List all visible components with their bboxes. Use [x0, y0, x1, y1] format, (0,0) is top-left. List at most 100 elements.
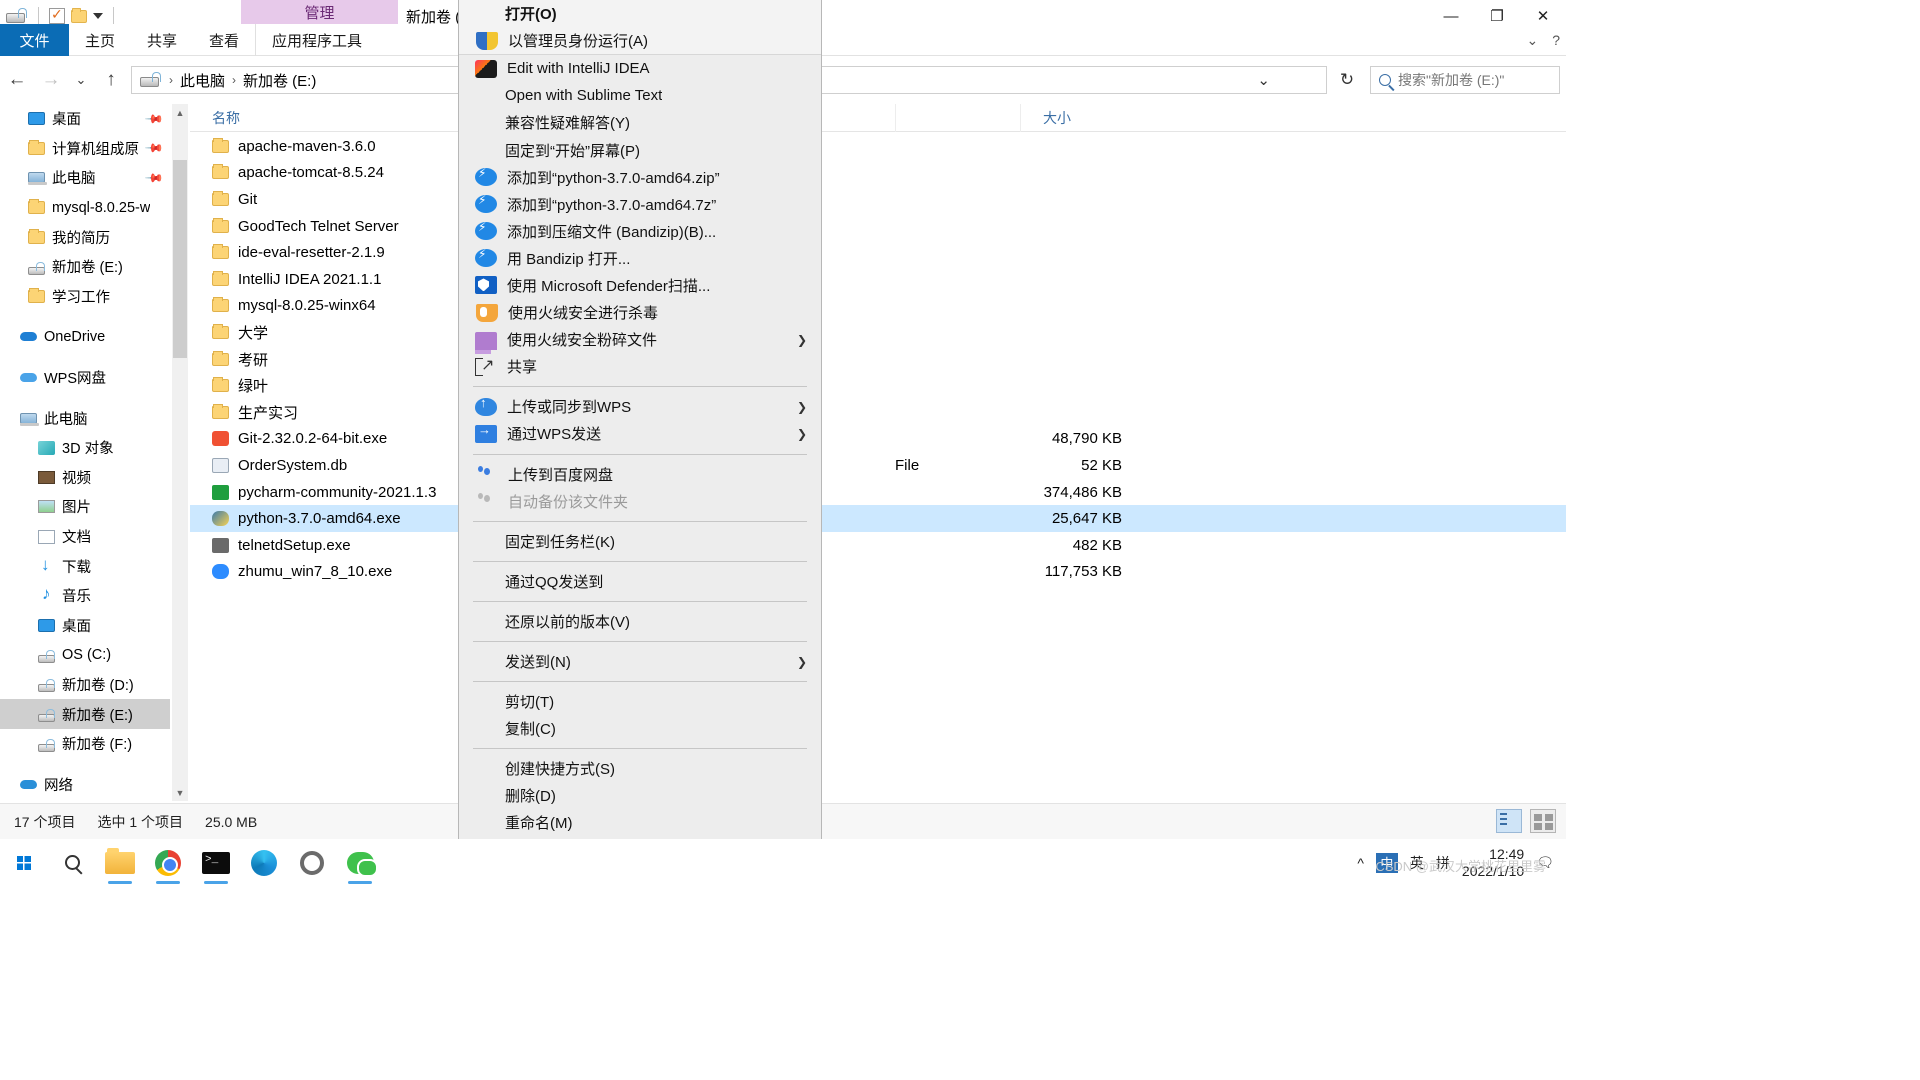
sidebar-item-onedrive[interactable]: OneDrive: [0, 322, 170, 352]
navigation-pane-scrollbar[interactable]: ▲ ▼: [172, 104, 188, 801]
menu-run-as-admin[interactable]: 以管理员身份运行(A): [459, 27, 821, 55]
taskbar-file-explorer[interactable]: [96, 839, 144, 886]
up-button[interactable]: ↑: [94, 65, 128, 95]
tab-view[interactable]: 查看: [193, 24, 255, 56]
menu-restore-previous[interactable]: 还原以前的版本(V): [459, 608, 821, 635]
menu-copy[interactable]: 复制(C): [459, 715, 821, 742]
menu-send-qq[interactable]: 通过QQ发送到: [459, 568, 821, 595]
taskbar-chrome[interactable]: [144, 839, 192, 886]
sidebar-item-pictures[interactable]: 图片: [0, 492, 170, 522]
menu-delete[interactable]: 删除(D): [459, 782, 821, 809]
sidebar-item-desktop-qa[interactable]: 桌面 📌: [0, 104, 170, 134]
sidebar-item-videos[interactable]: 视频: [0, 463, 170, 493]
sidebar-item-drive-e-qa[interactable]: 新加卷 (E:): [0, 252, 170, 282]
taskbar-edge[interactable]: [240, 839, 288, 886]
menu-add-to-archive[interactable]: 添加到压缩文件 (Bandizip)(B)...: [459, 218, 821, 245]
tray-overflow-icon[interactable]: ^: [1357, 855, 1364, 871]
collapse-ribbon-icon[interactable]: ⌄: [1526, 32, 1538, 49]
table-row[interactable]: telnetdSetup.exe 482 KB: [190, 532, 1566, 559]
column-header-size[interactable]: 大小: [1020, 103, 1130, 132]
recent-locations-button[interactable]: ⌄: [68, 65, 94, 95]
menu-create-shortcut[interactable]: 创建快捷方式(S): [459, 755, 821, 782]
details-view-icon[interactable]: [1496, 809, 1522, 833]
sidebar-item-resume[interactable]: 我的简历: [0, 222, 170, 252]
sidebar-item-music[interactable]: 音乐: [0, 581, 170, 611]
table-row[interactable]: 考研: [190, 346, 1566, 373]
taskbar-search-button[interactable]: [48, 839, 96, 886]
chevron-down-icon[interactable]: [93, 13, 103, 19]
sidebar-item-study-work[interactable]: 学习工作: [0, 282, 170, 312]
menu-wps-upload[interactable]: 上传或同步到WPS❯: [459, 393, 821, 420]
menu-huorong-shred[interactable]: 使用火绒安全粉碎文件 ❯: [459, 326, 821, 355]
menu-add-to-7z[interactable]: 添加到“python-3.7.0-amd64.7z”: [459, 191, 821, 218]
back-button[interactable]: ←: [0, 65, 34, 95]
menu-defender-scan[interactable]: 使用 Microsoft Defender扫描...: [459, 272, 821, 299]
table-row[interactable]: 大学: [190, 319, 1566, 346]
table-row[interactable]: pycharm-community-2021.1.3 374,486 KB: [190, 479, 1566, 506]
sidebar-item-drive-f[interactable]: 新加卷 (F:): [0, 729, 170, 759]
help-icon[interactable]: ?: [1552, 32, 1560, 48]
table-row[interactable]: 生产实习: [190, 399, 1566, 426]
menu-send-to[interactable]: 发送到(N) ❯: [459, 648, 821, 675]
sidebar-item-mysql[interactable]: mysql-8.0.25-w: [0, 193, 170, 223]
sidebar-item-os-c[interactable]: OS (C:): [0, 640, 170, 670]
menu-open-with-bandizip[interactable]: 用 Bandizip 打开...: [459, 245, 821, 272]
sidebar-item-downloads[interactable]: 下载: [0, 551, 170, 581]
table-row[interactable]: ide-eval-resetter-2.1.9: [190, 239, 1566, 266]
menu-add-to-zip[interactable]: 添加到“python-3.7.0-amd64.zip”: [459, 164, 821, 191]
sidebar-item-wps-cloud[interactable]: WPS网盘: [0, 363, 170, 393]
table-row[interactable]: 绿叶: [190, 372, 1566, 399]
tab-share[interactable]: 共享: [131, 24, 193, 56]
menu-huorong-scan[interactable]: 使用火绒安全进行杀毒: [459, 299, 821, 326]
tab-app-tools[interactable]: 应用程序工具: [255, 24, 378, 56]
pin-icon[interactable]: 📌: [144, 168, 164, 188]
table-row[interactable]: OrderSystem.db File 52 KB: [190, 452, 1566, 479]
menu-wps-send[interactable]: 通过WPS发送❯: [459, 420, 821, 447]
menu-open[interactable]: 打开(O): [459, 0, 821, 28]
table-row[interactable]: mysql-8.0.25-winx64: [190, 293, 1566, 320]
menu-baidu-upload[interactable]: 上传到百度网盘: [459, 461, 821, 488]
scroll-up-arrow-icon[interactable]: ▲: [172, 104, 188, 121]
table-row[interactable]: apache-tomcat-8.5.24: [190, 160, 1566, 187]
forward-button[interactable]: →: [34, 65, 68, 95]
tab-home[interactable]: 主页: [69, 24, 131, 56]
menu-edit-intellij[interactable]: Edit with IntelliJ IDEA: [459, 55, 821, 82]
menu-share[interactable]: 共享: [459, 353, 821, 380]
table-row[interactable]: Git-2.32.0.2-64-bit.exe 48,790 KB: [190, 426, 1566, 453]
search-input[interactable]: 搜索"新加卷 (E:)": [1398, 70, 1504, 90]
sidebar-item-this-pc[interactable]: 此电脑: [0, 403, 170, 433]
menu-open-sublime[interactable]: Open with Sublime Text: [459, 82, 821, 109]
table-row[interactable]: zhumu_win7_8_10.exe 117,753 KB: [190, 559, 1566, 586]
sidebar-item-documents[interactable]: 文档: [0, 522, 170, 552]
tab-file[interactable]: 文件: [0, 24, 69, 56]
table-row[interactable]: python-3.7.0-amd64.exe 25,647 KB: [190, 505, 1566, 532]
breadcrumb-this-pc[interactable]: 此电脑: [180, 70, 225, 91]
sidebar-item-this-pc-qa[interactable]: 此电脑 📌: [0, 163, 170, 193]
table-row[interactable]: GoodTech Telnet Server: [190, 213, 1566, 240]
menu-cut[interactable]: 剪切(T): [459, 688, 821, 715]
column-header-type[interactable]: [895, 103, 1020, 132]
menu-compat-troubleshoot[interactable]: 兼容性疑难解答(Y): [459, 109, 821, 136]
sidebar-item-computer-org[interactable]: 计算机组成原 📌: [0, 134, 170, 164]
taskbar-settings[interactable]: [288, 839, 336, 886]
table-row[interactable]: Git: [190, 186, 1566, 213]
refresh-button[interactable]: ↻: [1332, 66, 1362, 94]
taskbar-cmd[interactable]: [192, 839, 240, 886]
scroll-down-arrow-icon[interactable]: ▼: [172, 784, 188, 801]
pin-icon[interactable]: 📌: [144, 109, 164, 129]
start-button[interactable]: [0, 839, 48, 886]
table-row[interactable]: apache-maven-3.6.0: [190, 133, 1566, 160]
address-dropdown-icon[interactable]: ⌄: [1257, 67, 1270, 93]
breadcrumb-drive-e[interactable]: 新加卷 (E:): [243, 70, 316, 91]
search-box[interactable]: 搜索"新加卷 (E:)": [1370, 66, 1560, 94]
sidebar-item-3d-objects[interactable]: 3D 对象: [0, 433, 170, 463]
menu-pin-taskbar[interactable]: 固定到任务栏(K): [459, 528, 821, 555]
scrollbar-thumb[interactable]: [173, 160, 187, 358]
sidebar-item-drive-d[interactable]: 新加卷 (D:): [0, 670, 170, 700]
sidebar-item-drive-e[interactable]: 新加卷 (E:): [0, 699, 170, 729]
sidebar-item-network[interactable]: 网络: [0, 769, 170, 799]
checkbox-icon[interactable]: [49, 6, 65, 24]
context-menu[interactable]: 打开(O) 以管理员身份运行(A) Edit with IntelliJ IDE…: [458, 0, 822, 873]
menu-pin-to-start[interactable]: 固定到“开始”屏幕(P): [459, 136, 821, 163]
table-row[interactable]: IntelliJ IDEA 2021.1.1: [190, 266, 1566, 293]
